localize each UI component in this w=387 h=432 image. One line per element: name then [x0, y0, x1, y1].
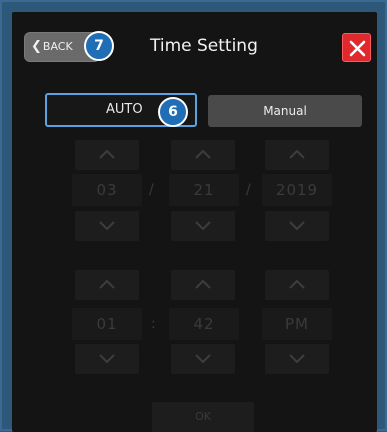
date-separator: / [149, 182, 154, 198]
page-title: Time Setting [150, 36, 258, 56]
callout-badge-auto: 6 [158, 97, 188, 127]
mode-selector: AUTO 6 Manual [42, 93, 372, 127]
chevron-up-icon [289, 150, 305, 159]
minute-value: 42 [169, 308, 239, 340]
minute-up-button[interactable] [171, 270, 235, 300]
time-separator: : [151, 316, 156, 332]
period-down-button[interactable] [265, 344, 329, 374]
time-setting-screen: ❮BACK 7 Time Setting AUTO 6 Manual 03 / … [12, 12, 377, 432]
back-label: BACK [42, 40, 73, 53]
chevron-down-icon [195, 221, 211, 230]
chevron-down-icon [289, 221, 305, 230]
window-frame: ❮BACK 7 Time Setting AUTO 6 Manual 03 / … [0, 0, 387, 432]
month-down-button[interactable] [75, 211, 139, 241]
chevron-up-icon [99, 150, 115, 159]
callout-badge-back: 7 [84, 31, 114, 61]
chevron-up-icon [289, 280, 305, 289]
day-value: 21 [169, 174, 239, 206]
day-up-button[interactable] [171, 140, 235, 170]
hour-down-button[interactable] [75, 344, 139, 374]
close-icon [349, 40, 366, 57]
day-down-button[interactable] [171, 211, 235, 241]
chevron-down-icon [289, 354, 305, 363]
period-up-button[interactable] [265, 270, 329, 300]
chevron-up-icon [195, 280, 211, 289]
chevron-down-icon [195, 354, 211, 363]
minute-down-button[interactable] [171, 344, 235, 374]
chevron-up-icon [195, 150, 211, 159]
ok-button[interactable]: OK [152, 402, 254, 432]
header: ❮BACK 7 Time Setting [12, 12, 377, 74]
year-down-button[interactable] [265, 211, 329, 241]
hour-up-button[interactable] [75, 270, 139, 300]
manual-button[interactable]: Manual [208, 95, 362, 127]
month-up-button[interactable] [75, 140, 139, 170]
chevron-left-icon: ❮ [31, 39, 42, 54]
chevron-down-icon [99, 354, 115, 363]
chevron-up-icon [99, 280, 115, 289]
hour-value: 01 [72, 308, 142, 340]
year-up-button[interactable] [265, 140, 329, 170]
chevron-down-icon [99, 221, 115, 230]
date-separator: / [246, 182, 251, 198]
period-value: PM [262, 308, 332, 340]
month-value: 03 [72, 174, 142, 206]
year-value: 2019 [262, 174, 332, 206]
close-button[interactable] [342, 33, 371, 62]
